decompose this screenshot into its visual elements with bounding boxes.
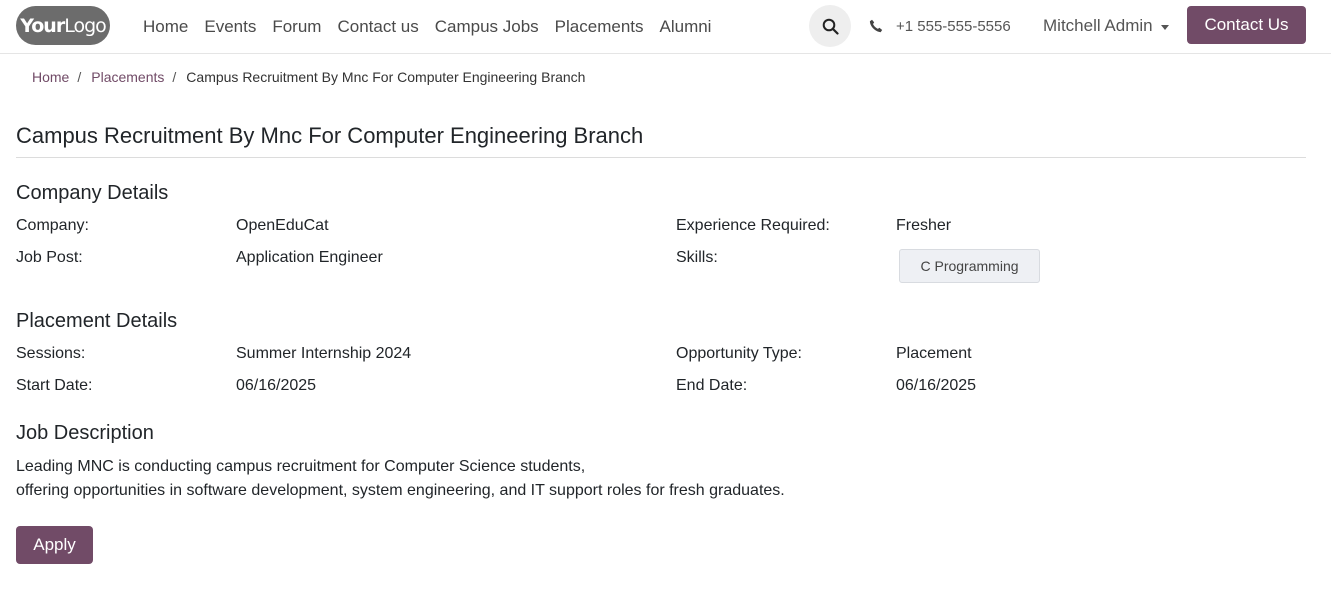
phone-contact[interactable]: +1 555-555-5556 <box>869 0 1011 52</box>
nav-alumni[interactable]: Alumni <box>652 0 720 54</box>
nav-campus-jobs[interactable]: Campus Jobs <box>427 0 547 54</box>
job-description-text: Leading MNC is conducting campus recruit… <box>16 455 785 503</box>
nav-forum[interactable]: Forum <box>264 0 329 54</box>
job-post-value: Application Engineer <box>236 249 383 266</box>
company-details-heading: Company Details <box>16 182 169 204</box>
end-date-label: End Date: <box>676 377 748 394</box>
search-button[interactable] <box>809 5 851 47</box>
top-navbar: Your Logo Home Events Forum Contact us Ca… <box>0 0 1331 54</box>
user-menu[interactable]: Mitchell Admin <box>1043 0 1169 52</box>
user-name: Mitchell Admin <box>1043 16 1153 35</box>
logo-text-bold: Your <box>20 14 65 37</box>
nav-home[interactable]: Home <box>135 0 196 54</box>
placement-details-heading: Placement Details <box>16 310 178 332</box>
page-title: Campus Recruitment By Mnc For Computer E… <box>16 123 644 148</box>
breadcrumb: Home / Placements / Campus Recruitment B… <box>32 66 585 88</box>
main-menu: Home Events Forum Contact us Campus Jobs… <box>135 0 719 54</box>
phone-icon <box>869 19 883 33</box>
nav-contact-us[interactable]: Contact us <box>329 0 426 54</box>
contact-us-button[interactable]: Contact Us <box>1187 6 1306 44</box>
end-date-value: 06/16/2025 <box>896 377 977 394</box>
logo-text-regular: Logo <box>64 14 107 37</box>
divider <box>16 157 1306 158</box>
nav-placements[interactable]: Placements <box>547 0 652 54</box>
opportunity-type-label: Opportunity Type: <box>676 345 802 362</box>
skill-tag: C Programming <box>899 249 1040 283</box>
breadcrumb-separator: / <box>77 69 82 85</box>
opportunity-type-value: Placement <box>896 345 972 362</box>
site-logo[interactable]: Your Logo <box>16 6 110 45</box>
breadcrumb-home[interactable]: Home <box>32 69 69 85</box>
breadcrumb-placements[interactable]: Placements <box>91 69 164 85</box>
skills-label: Skills: <box>676 249 718 266</box>
apply-button[interactable]: Apply <box>16 526 93 564</box>
company-value: OpenEduCat <box>236 217 329 234</box>
start-date-label: Start Date: <box>16 377 93 394</box>
experience-label: Experience Required: <box>676 217 830 234</box>
company-label: Company: <box>16 217 89 234</box>
nav-events[interactable]: Events <box>196 0 264 54</box>
sessions-value: Summer Internship 2024 <box>236 345 412 362</box>
job-description-line: offering opportunities in software devel… <box>16 482 785 499</box>
job-post-label: Job Post: <box>16 249 83 266</box>
experience-value: Fresher <box>896 217 952 234</box>
job-description-heading: Job Description <box>16 422 154 444</box>
job-description-line: Leading MNC is conducting campus recruit… <box>16 458 586 475</box>
breadcrumb-current: Campus Recruitment By Mnc For Computer E… <box>186 69 586 85</box>
sessions-label: Sessions: <box>16 345 86 362</box>
breadcrumb-separator: / <box>172 69 177 85</box>
phone-number: +1 555-555-5556 <box>896 17 1011 35</box>
search-icon <box>822 18 839 35</box>
start-date-value: 06/16/2025 <box>236 377 317 394</box>
caret-down-icon <box>1160 24 1169 30</box>
